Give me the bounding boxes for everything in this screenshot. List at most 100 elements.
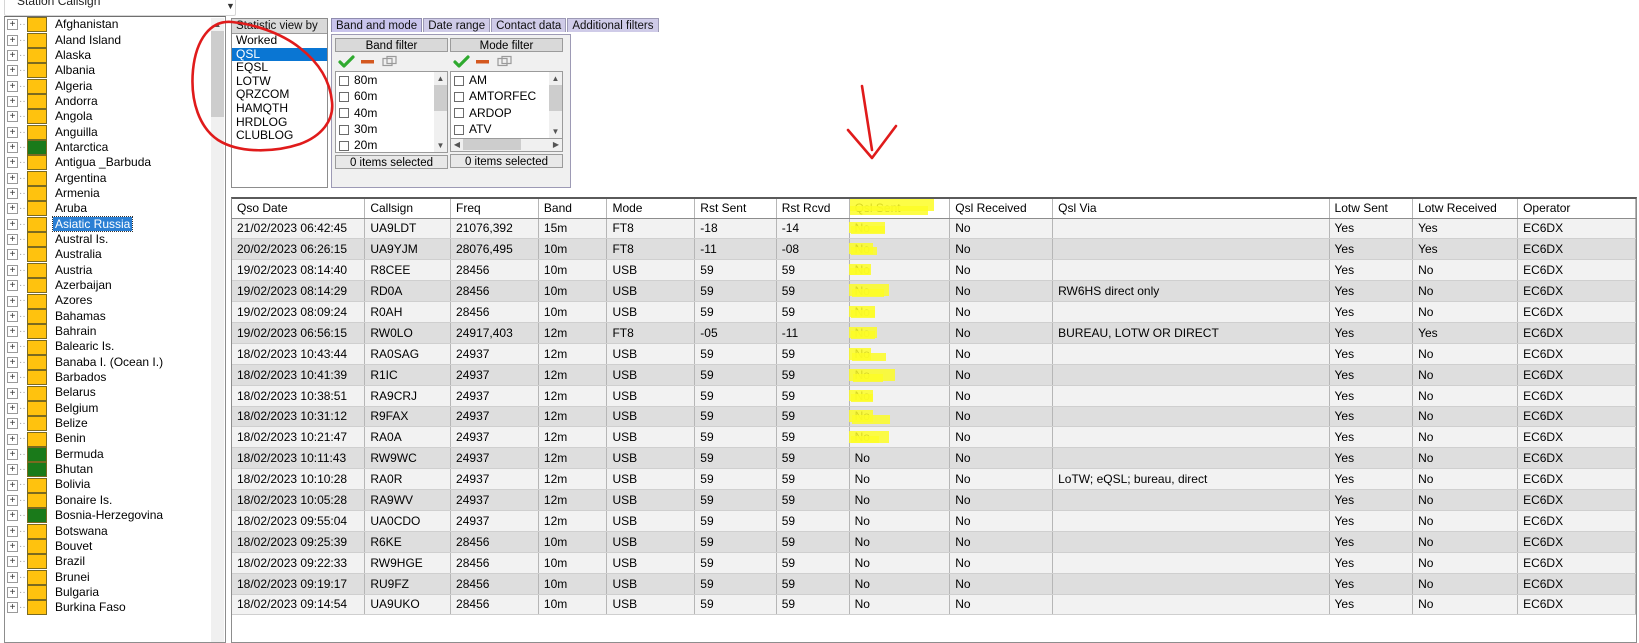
tree-item[interactable]: + ·· Bosnia-Herzegovina — [5, 508, 225, 524]
plus-box-icon[interactable]: + — [7, 65, 18, 77]
tree-item[interactable]: + ·· Antigua _Barbuda — [5, 155, 225, 171]
chevron-down-icon[interactable]: ▼ — [549, 125, 562, 138]
checkbox[interactable] — [339, 124, 349, 135]
plus-box-icon[interactable]: + — [7, 188, 18, 200]
table-row[interactable]: 19/02/2023 06:56:15 RW0LO 24917,403 12m FT8-… — [232, 322, 1636, 344]
tab-additional-filters[interactable]: Additional filters — [567, 18, 659, 32]
table-body[interactable]: 21/02/2023 06:42:45 UA9LDT 21076,392 15m FT8… — [232, 218, 1636, 616]
statistic-view-item[interactable]: QRZCOM — [232, 88, 327, 102]
table-row[interactable]: 18/02/2023 10:21:47 RA0A 24937 12m USB 59 59 No… — [232, 426, 1636, 449]
mode-list-scrollbar[interactable]: ▲ ▼ — [549, 72, 562, 138]
table-row[interactable]: 21/02/2023 06:42:45 UA9LDT 21076,392 15m FT8… — [232, 218, 1636, 240]
tree-item[interactable]: + ·· Brunei — [5, 569, 225, 585]
column-header[interactable]: Qsl Via — [1052, 199, 1330, 219]
plus-box-icon[interactable]: + — [7, 326, 18, 338]
checkbox[interactable] — [339, 92, 349, 103]
tree-item[interactable]: + ·· Belgium — [5, 401, 225, 416]
checkbox[interactable] — [339, 141, 349, 152]
plus-box-icon[interactable]: + — [7, 525, 18, 537]
column-header[interactable]: Operator — [1517, 199, 1636, 219]
column-header[interactable]: Freq — [450, 199, 539, 219]
scrollbar-thumb[interactable] — [463, 139, 521, 150]
tree-item[interactable]: + ·· Afghanistan — [5, 17, 225, 33]
scrollbar-thumb[interactable] — [549, 85, 562, 111]
tree-item[interactable]: + ·· Bulgaria — [5, 585, 225, 601]
plus-box-icon[interactable]: + — [7, 34, 18, 46]
plus-box-icon[interactable]: + — [7, 448, 18, 460]
invert-selection-icon[interactable] — [496, 55, 514, 68]
column-header[interactable]: Band — [538, 199, 608, 219]
statistic-view-item[interactable]: CLUBLOG — [232, 129, 327, 143]
tree-item[interactable]: + ·· Bahrain — [5, 324, 225, 340]
tree-item[interactable]: + ·· Belize — [5, 416, 225, 432]
table-row[interactable]: 20/02/2023 06:26:15 UA9YJM 28076,495 10m FT8… — [232, 238, 1636, 261]
checkbox[interactable] — [454, 75, 464, 86]
check-all-icon[interactable] — [453, 55, 471, 68]
table-row[interactable]: 18/02/2023 09:14:54 UA9UKO 28456 10m USB 59 59… — [232, 594, 1636, 616]
plus-box-icon[interactable]: + — [7, 234, 18, 246]
tree-item[interactable]: + ·· Asiatic Russia — [5, 215, 225, 232]
band-list-scrollbar[interactable]: ▲ ▼ — [434, 72, 447, 152]
plus-box-icon[interactable]: + — [7, 418, 18, 430]
chevron-down-icon[interactable]: ▼ — [434, 139, 447, 152]
plus-box-icon[interactable]: + — [7, 402, 18, 414]
mode-filter-toolbar[interactable] — [450, 52, 563, 71]
column-header[interactable]: Callsign — [364, 199, 452, 219]
plus-box-icon[interactable]: + — [7, 341, 18, 353]
tree-item[interactable]: + ·· Austria — [5, 263, 225, 278]
chevron-up-icon[interactable]: ▲ — [549, 72, 562, 85]
plus-box-icon[interactable]: + — [7, 464, 18, 476]
uncheck-all-icon[interactable] — [359, 55, 377, 68]
invert-selection-icon[interactable] — [381, 55, 399, 68]
filter-list-item[interactable]: 30m — [336, 121, 447, 137]
filter-list-item[interactable]: AM — [451, 72, 562, 88]
tree-item[interactable]: + ·· Andorra — [5, 94, 225, 110]
tree-item[interactable]: + ·· Antarctica — [5, 140, 225, 156]
table-row[interactable]: 18/02/2023 09:22:33 RW9HGE 28456 10m USB 59 59… — [232, 552, 1636, 574]
plus-box-icon[interactable]: + — [7, 111, 18, 123]
plus-box-icon[interactable]: + — [7, 126, 18, 138]
filter-list-item[interactable]: ATV — [451, 121, 562, 137]
tree-item[interactable]: + ·· Argentina — [5, 170, 225, 186]
table-row[interactable]: 18/02/2023 10:05:28 RA9WV 24937 12m USB 59 59 N… — [232, 489, 1636, 511]
plus-box-icon[interactable]: + — [7, 571, 18, 583]
band-filter-toolbar[interactable] — [335, 52, 448, 71]
tree-vertical-scrollbar[interactable]: ▲ — [211, 18, 224, 642]
plus-box-icon[interactable]: + — [7, 157, 18, 169]
tree-item[interactable]: + ·· Benin — [5, 431, 225, 447]
table-row[interactable]: 18/02/2023 10:11:43 RW9WC 24937 12m USB 59 59 N… — [232, 447, 1636, 470]
tree-item[interactable]: + ·· Aland Island — [5, 32, 225, 48]
column-header[interactable]: Lotw Sent — [1329, 199, 1414, 219]
tree-item[interactable]: + ·· Bolivia — [5, 477, 225, 493]
band-filter-list[interactable]: 80m 60m 40m 30m 20m ▲ ▼ — [335, 71, 448, 153]
checkbox[interactable] — [454, 108, 464, 119]
tree-item[interactable]: + ·· Bouvet — [5, 539, 225, 555]
table-row[interactable]: 18/02/2023 10:43:44 RA0SAG 24937 12m USB 59 59… — [232, 343, 1636, 365]
filter-list-item[interactable]: 40m — [336, 105, 447, 121]
table-row[interactable]: 18/02/2023 10:31:12 R9FAX 24937 12m USB 59 59 N… — [232, 406, 1636, 428]
plus-box-icon[interactable]: + — [7, 556, 18, 568]
plus-box-icon[interactable]: + — [7, 510, 18, 522]
tree-item[interactable]: + ·· Albania — [5, 63, 225, 79]
uncheck-all-icon[interactable] — [474, 55, 492, 68]
scrollbar-thumb[interactable] — [434, 85, 447, 111]
plus-box-icon[interactable]: + — [7, 587, 18, 599]
table-row[interactable]: 18/02/2023 10:10:28 RA0R 24937 12m USB 59 59 No… — [232, 468, 1636, 491]
checkbox[interactable] — [454, 124, 464, 135]
column-header[interactable]: Mode — [606, 199, 696, 219]
mode-filter-list[interactable]: AM AMTORFEC ARDOP ATV ▲ ▼ — [450, 71, 563, 139]
statistic-view-list[interactable]: Worked QSL EQSL LOTW QRZCOM HAMQTH HRDLOG CLUBL… — [232, 33, 327, 143]
tree-item[interactable]: + ·· Australia — [5, 247, 225, 263]
filter-list-item[interactable]: 20m — [336, 137, 447, 152]
statistic-view-panel[interactable]: Statistic view by Worked QSL EQSL LOTW QRZCO… — [231, 18, 328, 188]
plus-box-icon[interactable]: + — [7, 172, 18, 184]
plus-box-icon[interactable]: + — [7, 295, 18, 307]
plus-box-icon[interactable]: + — [7, 494, 18, 506]
column-header[interactable]: Rst Rcvd — [776, 199, 850, 219]
plus-box-icon[interactable]: + — [7, 249, 18, 261]
chevron-down-icon[interactable]: ▼ — [226, 1, 235, 11]
table-row[interactable]: 19/02/2023 08:14:40 R8CEE 28456 10m USB 59 59 N… — [232, 259, 1636, 282]
column-header[interactable]: Lotw Received — [1412, 199, 1519, 219]
tree-item[interactable]: + ·· Azerbaijan — [5, 278, 225, 294]
plus-box-icon[interactable]: + — [7, 50, 18, 62]
